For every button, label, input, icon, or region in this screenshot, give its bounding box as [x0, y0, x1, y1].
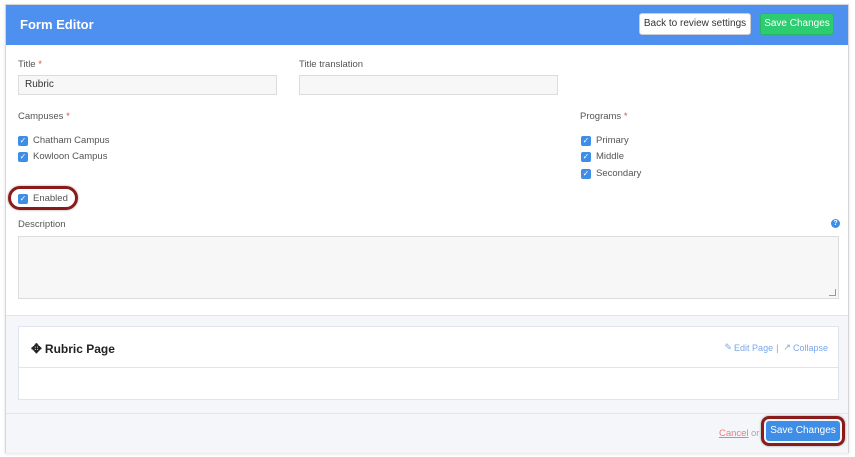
panel-title-text: Rubric Page	[44, 342, 115, 356]
required-marker: *	[66, 111, 70, 122]
program-label: Primary	[596, 135, 629, 146]
header-bar: Form Editor Back to review settings Save…	[6, 5, 848, 45]
required-marker: *	[623, 111, 628, 122]
or-text: or	[751, 428, 760, 439]
description-label: Description	[18, 219, 66, 230]
title-translation-input[interactable]	[299, 75, 558, 95]
edit-icon: ✎	[724, 342, 733, 352]
program-checkbox-middle[interactable]: ✓ Middle	[581, 151, 624, 162]
cancel-link[interactable]: Cancel	[719, 428, 749, 439]
save-highlight-annotation	[761, 416, 845, 446]
program-checkbox-secondary[interactable]: ✓ Secondary	[581, 168, 641, 179]
programs-label-text: Programs	[580, 111, 622, 122]
form-editor-window: Form Editor Back to review settings Save…	[5, 4, 849, 453]
resize-handle-icon[interactable]	[829, 289, 836, 296]
back-to-review-settings-button[interactable]: Back to review settings	[639, 13, 751, 35]
campus-checkbox-kowloon[interactable]: ✓ Kowloon Campus	[18, 151, 107, 162]
move-icon[interactable]: ✥	[31, 341, 42, 357]
campus-label: Kowloon Campus	[33, 151, 108, 162]
check-icon: ✓	[581, 151, 591, 162]
campus-checkbox-chatham[interactable]: ✓ Chatham Campus	[18, 135, 110, 146]
program-label: Middle	[596, 151, 624, 162]
program-label: Secondary	[596, 168, 642, 179]
page-title: Form Editor	[20, 17, 94, 32]
title-input[interactable]: Rubric	[18, 75, 277, 95]
footer-bar: Cancel or Save Changes	[6, 413, 848, 453]
panel-header: ✥ Rubric Page ✎ Edit Page | ↗ Collapse	[19, 327, 838, 368]
rubric-page-panel: ✥ Rubric Page ✎ Edit Page | ↗ Collapse	[18, 326, 839, 400]
separator: |	[776, 342, 779, 353]
program-checkbox-primary[interactable]: ✓ Primary	[581, 135, 629, 146]
panel-title: ✥ Rubric Page	[31, 341, 115, 357]
programs-label: Programs *	[580, 111, 628, 122]
save-changes-button-top[interactable]: Save Changes	[760, 13, 834, 35]
title-label: Title *	[18, 59, 42, 70]
edit-page-link[interactable]: Edit Page	[734, 343, 773, 353]
collapse-link[interactable]: Collapse	[793, 343, 828, 353]
campus-label: Chatham Campus	[33, 135, 110, 146]
title-translation-label: Title translation	[299, 59, 364, 70]
help-icon[interactable]: ?	[831, 219, 840, 228]
check-icon: ✓	[18, 151, 28, 162]
check-icon: ✓	[18, 135, 28, 146]
panel-actions: ✎ Edit Page | ↗ Collapse	[723, 342, 829, 353]
page-section: ✥ Rubric Page ✎ Edit Page | ↗ Collapse	[6, 315, 848, 414]
campuses-label-text: Campuses	[18, 111, 64, 122]
check-icon: ✓	[581, 168, 591, 179]
description-textarea[interactable]	[18, 236, 839, 299]
collapse-icon: ↗	[783, 342, 791, 352]
required-marker: *	[38, 59, 42, 70]
campuses-label: Campuses *	[18, 111, 70, 122]
check-icon: ✓	[581, 135, 591, 146]
title-label-text: Title	[18, 59, 36, 70]
enabled-highlight-annotation	[8, 186, 78, 210]
